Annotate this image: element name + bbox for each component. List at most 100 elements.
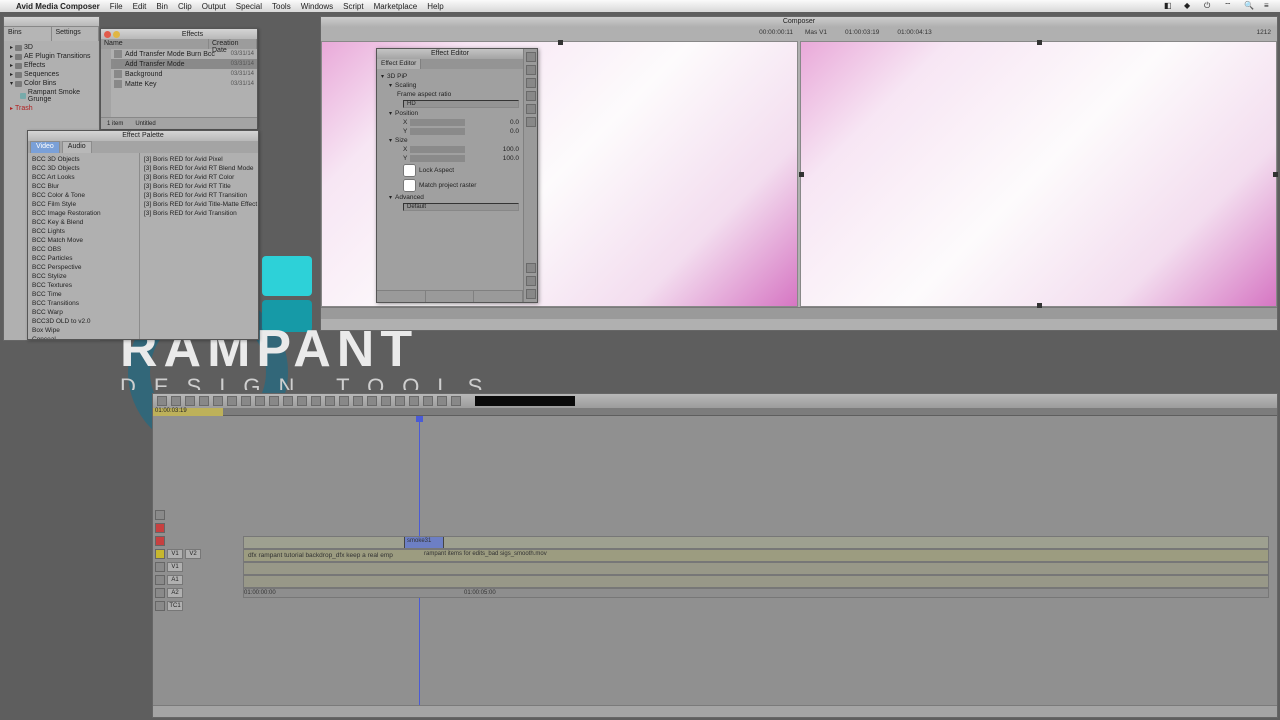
- dropdown[interactable]: HD: [403, 100, 519, 108]
- rec-duration[interactable]: 01:00:04:13: [897, 29, 931, 39]
- status-icon[interactable]: ⏻: [1204, 1, 1214, 11]
- timeline-tool-button[interactable]: [199, 396, 209, 406]
- timeline-tool-button[interactable]: [171, 396, 181, 406]
- timeline-tool-button[interactable]: [283, 396, 293, 406]
- effect-category[interactable]: BCC Warp: [28, 308, 139, 317]
- timeline-tool-button[interactable]: [255, 396, 265, 406]
- menu-special[interactable]: Special: [236, 2, 262, 11]
- rec-track[interactable]: Mas V1: [805, 29, 827, 39]
- param-value[interactable]: 0.0: [510, 119, 519, 126]
- effect-category[interactable]: BCC Film Style: [28, 200, 139, 209]
- track-monitor-button[interactable]: [155, 510, 165, 520]
- project-titlebar[interactable]: [4, 17, 99, 27]
- dropdown[interactable]: Default: [403, 203, 519, 211]
- timeline-tool-button[interactable]: [339, 396, 349, 406]
- track-select-button[interactable]: [155, 562, 165, 572]
- effect-category[interactable]: BCC Blur: [28, 182, 139, 191]
- effect-category[interactable]: BCC 3D Objects: [28, 164, 139, 173]
- track-tc[interactable]: 01:00:00:00 01:00:05:00: [243, 588, 1269, 598]
- toolbar-button[interactable]: [526, 276, 536, 286]
- effect-editor-keyframe-bar[interactable]: [377, 290, 523, 302]
- timeline-tool-button[interactable]: [395, 396, 405, 406]
- effect-category[interactable]: BCC OBS: [28, 245, 139, 254]
- timeline-tool-button[interactable]: [423, 396, 433, 406]
- toolbar-button[interactable]: [526, 91, 536, 101]
- timeline-tool-button[interactable]: [185, 396, 195, 406]
- spotlight-icon[interactable]: 🔍: [1244, 1, 1254, 11]
- toolbar-button[interactable]: [526, 52, 536, 62]
- column-date[interactable]: Creation Date: [209, 39, 257, 49]
- column-name[interactable]: Name: [101, 39, 209, 49]
- status-icon[interactable]: ◆: [1184, 1, 1194, 11]
- track-select-button[interactable]: [155, 549, 165, 559]
- timeline-tool-button[interactable]: [437, 396, 447, 406]
- project-item[interactable]: ▾Color Bins: [4, 79, 99, 88]
- rec-patch[interactable]: V2: [185, 549, 201, 559]
- timeline-timecode-display[interactable]: [475, 396, 575, 406]
- window-title[interactable]: Effect Editor: [377, 49, 523, 59]
- project-tab-bins[interactable]: Bins: [4, 27, 52, 41]
- project-item[interactable]: ▸3D: [4, 43, 99, 52]
- param-section[interactable]: Advanced: [395, 194, 424, 201]
- project-item[interactable]: ▸AE Plugin Transitions: [4, 52, 99, 61]
- minimize-icon[interactable]: [113, 31, 120, 38]
- project-item[interactable]: ▸Effects: [4, 61, 99, 70]
- rec-patch[interactable]: TC1: [167, 601, 183, 611]
- bin-row[interactable]: Background03/31/14: [111, 69, 257, 79]
- toolbar-button[interactable]: [526, 263, 536, 273]
- param-section[interactable]: Size: [395, 137, 408, 144]
- effect-category[interactable]: BCC Art Looks: [28, 173, 139, 182]
- status-icon[interactable]: ◧: [1164, 1, 1174, 11]
- param-section[interactable]: Scaling: [395, 82, 416, 89]
- timeline-ruler[interactable]: 01:00:03:19: [153, 408, 1277, 416]
- menu-script[interactable]: Script: [343, 2, 363, 11]
- bin-row[interactable]: Matte Key03/31/14: [111, 79, 257, 89]
- timeline-tool-button[interactable]: [227, 396, 237, 406]
- bin-row[interactable]: Add Transfer Mode Burn Bcc03/31/14: [111, 49, 257, 59]
- window-titlebar[interactable]: Effects: [101, 29, 257, 39]
- menu-help[interactable]: Help: [427, 2, 443, 11]
- menu-marketplace[interactable]: Marketplace: [374, 2, 418, 11]
- effect-category[interactable]: BCC Transitions: [28, 299, 139, 308]
- zoom-icon[interactable]: [122, 31, 129, 38]
- toolbar-button[interactable]: [526, 117, 536, 127]
- timeline-tool-button[interactable]: [367, 396, 377, 406]
- menu-extras-icon[interactable]: ≡: [1264, 1, 1274, 11]
- param-section[interactable]: Position: [395, 110, 418, 117]
- param-value[interactable]: 100.0: [503, 155, 519, 162]
- rec-timecode[interactable]: 01:00:03:19: [845, 29, 879, 39]
- timeline-tool-button[interactable]: [241, 396, 251, 406]
- param-slider[interactable]: [410, 128, 465, 135]
- wifi-icon[interactable]: ⌔: [1224, 1, 1234, 11]
- rec-tc-right[interactable]: 1212: [1257, 29, 1271, 39]
- track-a2[interactable]: [243, 575, 1269, 588]
- record-monitor[interactable]: [800, 41, 1277, 307]
- rec-patch[interactable]: A1: [167, 575, 183, 585]
- param-slider[interactable]: [410, 119, 465, 126]
- timeline-tool-button[interactable]: [269, 396, 279, 406]
- timeline-tool-button[interactable]: [297, 396, 307, 406]
- wireframe-handle[interactable]: [799, 172, 804, 177]
- effect-item[interactable]: [3] Boris RED for Avid Pixel: [140, 155, 258, 164]
- project-item[interactable]: ▸Sequences: [4, 70, 99, 79]
- timeline-tool-button[interactable]: [311, 396, 321, 406]
- menu-windows[interactable]: Windows: [301, 2, 333, 11]
- effect-category[interactable]: BCC3D OLD to v2.0: [28, 317, 139, 326]
- timeline-tool-button[interactable]: [157, 396, 167, 406]
- param-value[interactable]: 0.0: [510, 128, 519, 135]
- checkbox-match-raster[interactable]: [403, 179, 416, 192]
- effect-category[interactable]: Box Wipe: [28, 326, 139, 335]
- track-select-button[interactable]: [155, 601, 165, 611]
- clip[interactable]: rampant items for edits_bad sigs_smooth.…: [422, 550, 1268, 561]
- track-select-button[interactable]: [155, 575, 165, 585]
- rec-patch[interactable]: V1: [167, 562, 183, 572]
- menu-tools[interactable]: Tools: [272, 2, 291, 11]
- window-title[interactable]: Composer: [321, 17, 1277, 27]
- src-timecode[interactable]: 00:00:00:11: [759, 29, 793, 39]
- track-select-button[interactable]: [155, 588, 165, 598]
- project-item[interactable]: Rampant Smoke Grunge: [4, 88, 99, 104]
- track-a1[interactable]: [243, 562, 1269, 575]
- timeline-tool-button[interactable]: [213, 396, 223, 406]
- effect-category[interactable]: BCC Particles: [28, 254, 139, 263]
- timeline-tool-button[interactable]: [325, 396, 335, 406]
